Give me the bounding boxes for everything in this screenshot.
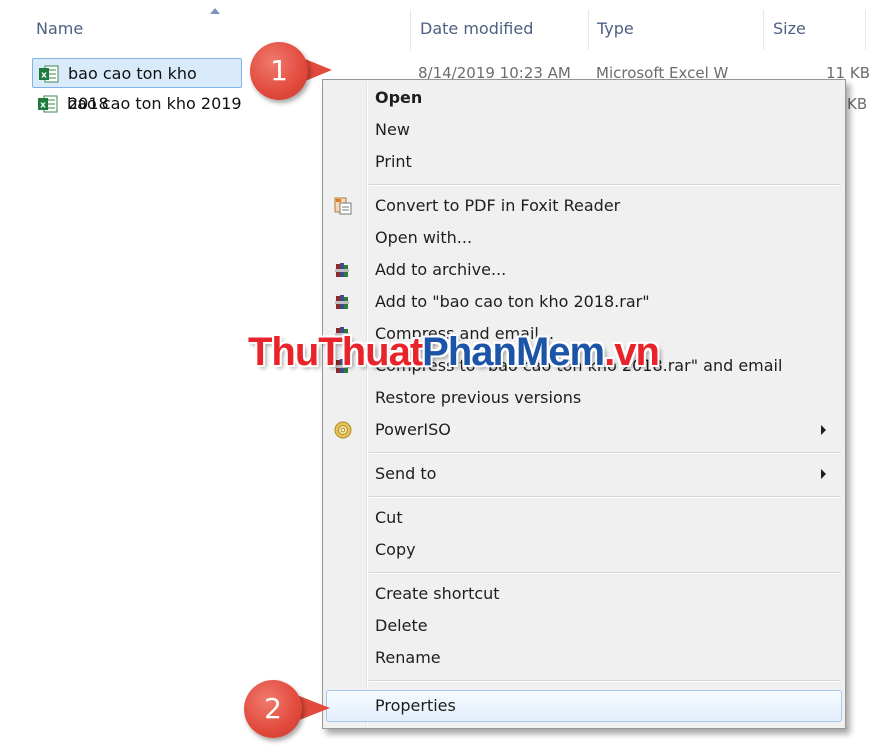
file-size: KB	[847, 95, 868, 113]
poweriso-disc-icon	[334, 421, 352, 439]
menu-item-label: PowerISO	[375, 420, 451, 439]
foxit-pdf-icon	[334, 197, 352, 215]
winrar-archive-icon	[335, 263, 349, 277]
menu-item-new[interactable]: New	[326, 114, 842, 146]
sort-ascending-icon	[210, 8, 220, 14]
svg-text:x: x	[40, 101, 46, 111]
winrar-archive-icon	[335, 295, 349, 309]
menu-item-add-to-rar[interactable]: Add to "bao cao ton kho 2018.rar"	[326, 286, 842, 318]
column-type[interactable]: Type	[597, 0, 634, 58]
menu-item-label: Add to "bao cao ton kho 2018.rar"	[375, 292, 650, 311]
svg-text:x: x	[41, 71, 47, 81]
menu-item-label: Copy	[375, 540, 416, 559]
menu-separator	[369, 680, 841, 682]
menu-item-send-to[interactable]: Send to	[326, 458, 842, 490]
column-header: Name Date modified Type Size	[0, 0, 870, 58]
menu-item-label: Send to	[375, 464, 437, 483]
menu-item-label: Open	[375, 88, 423, 107]
file-name: bao cao ton kho 2019	[67, 94, 242, 113]
menu-item-open[interactable]: Open	[326, 82, 842, 114]
menu-item-convert-pdf[interactable]: Convert to PDF in Foxit Reader	[326, 190, 842, 222]
menu-item-label: Delete	[375, 616, 428, 635]
step-2-badge: 2	[244, 680, 302, 738]
file-row-selected[interactable]: x bao cao ton kho 2018	[32, 58, 242, 113]
column-name[interactable]: Name	[36, 0, 83, 58]
watermark-part-3: .vn	[604, 330, 660, 374]
menu-separator	[369, 184, 841, 186]
column-divider[interactable]	[588, 10, 589, 50]
excel-file-icon: x	[38, 95, 58, 113]
watermark-part-2: PhanMem	[422, 330, 605, 374]
watermark-part-1: ThuThuat	[248, 330, 423, 374]
column-size[interactable]: Size	[773, 0, 806, 58]
menu-item-label: Restore previous versions	[375, 388, 582, 407]
menu-item-cut[interactable]: Cut	[326, 502, 842, 534]
menu-item-properties[interactable]: Properties	[326, 690, 842, 722]
menu-item-label: Rename	[375, 648, 441, 667]
menu-item-add-archive[interactable]: Add to archive...	[326, 254, 842, 286]
menu-item-create-shortcut[interactable]: Create shortcut	[326, 578, 842, 610]
column-divider[interactable]	[865, 10, 866, 50]
submenu-arrow-icon	[821, 425, 826, 435]
menu-item-label: Create shortcut	[375, 584, 500, 603]
menu-item-label: Convert to PDF in Foxit Reader	[375, 196, 621, 215]
menu-item-copy[interactable]: Copy	[326, 534, 842, 566]
submenu-arrow-icon	[821, 469, 826, 479]
menu-item-label: Properties	[375, 696, 456, 715]
menu-item-label: Cut	[375, 508, 403, 527]
menu-item-label: Open with...	[375, 228, 473, 247]
menu-item-delete[interactable]: Delete	[326, 610, 842, 642]
menu-separator	[369, 572, 841, 574]
menu-item-poweriso[interactable]: PowerISO	[326, 414, 842, 446]
menu-item-rename[interactable]: Rename	[326, 642, 842, 674]
watermark-logo: ThuThuatPhanMem.vn	[248, 330, 660, 375]
menu-item-restore-versions[interactable]: Restore previous versions	[326, 382, 842, 414]
column-date-modified[interactable]: Date modified	[420, 0, 533, 58]
menu-item-label: New	[375, 120, 410, 139]
menu-item-label: Add to archive...	[375, 260, 507, 279]
column-divider[interactable]	[763, 10, 764, 50]
menu-item-print[interactable]: Print	[326, 146, 842, 178]
column-divider[interactable]	[410, 10, 411, 50]
step-1-badge: 1	[250, 42, 308, 100]
menu-separator	[369, 496, 841, 498]
file-row[interactable]: x bao cao ton kho 2019	[32, 89, 242, 119]
context-menu: Open New Print Convert to PDF in Foxit R…	[322, 79, 846, 729]
excel-file-icon: x	[39, 65, 59, 83]
menu-item-label: Print	[375, 152, 412, 171]
menu-separator	[369, 452, 841, 454]
menu-item-open-with[interactable]: Open with...	[326, 222, 842, 254]
